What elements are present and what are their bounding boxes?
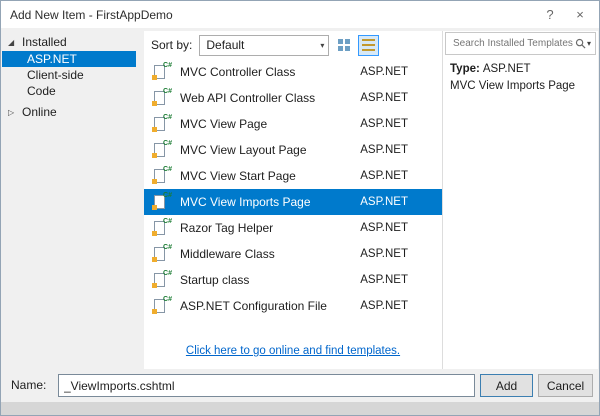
type-value: ASP.NET bbox=[482, 63, 531, 75]
dialog-bottom-edge bbox=[1, 402, 599, 415]
template-platform: ASP.NET bbox=[360, 118, 408, 130]
cancel-button[interactable]: Cancel bbox=[538, 374, 593, 397]
online-templates-link[interactable]: Click here to go online and find templat… bbox=[186, 345, 400, 357]
add-button[interactable]: Add bbox=[480, 374, 533, 397]
template-platform: ASP.NET bbox=[360, 248, 408, 260]
add-new-item-dialog: Add New Item - FirstAppDemo ? × ◢ Install… bbox=[0, 0, 600, 416]
template-row[interactable]: C# MVC View Imports Page ASP.NET bbox=[144, 189, 442, 215]
template-list: C# MVC Controller Class ASP.NET C# Web API C… bbox=[144, 59, 442, 337]
sort-by-label: Sort by: bbox=[151, 38, 193, 52]
sort-selected-value: Default bbox=[206, 38, 245, 52]
expanded-triangle-icon[interactable]: ◢ bbox=[8, 34, 22, 52]
template-platform: ASP.NET bbox=[360, 66, 408, 78]
close-button[interactable]: × bbox=[565, 4, 595, 25]
template-platform: ASP.NET bbox=[360, 92, 408, 104]
template-name: Web API Controller Class bbox=[180, 91, 316, 105]
template-name: Startup class bbox=[180, 273, 250, 287]
window-title: Add New Item - FirstAppDemo bbox=[10, 7, 173, 22]
template-name: MVC View Page bbox=[180, 117, 268, 131]
template-details: Type: ASP.NET MVC View Imports Page bbox=[443, 55, 598, 100]
csharp-class-file-icon: C# bbox=[152, 88, 172, 107]
template-platform: ASP.NET bbox=[360, 170, 408, 182]
template-platform: ASP.NET bbox=[360, 196, 408, 208]
csharp-class-file-icon: C# bbox=[152, 62, 172, 81]
search-icon[interactable]: ▾ bbox=[575, 38, 591, 49]
template-name: MVC View Imports Page bbox=[180, 195, 311, 209]
csharp-class-file-icon: C# bbox=[152, 244, 172, 263]
config-file-icon: C# bbox=[152, 296, 172, 315]
template-row[interactable]: C# ASP.NET Configuration File ASP.NET bbox=[144, 293, 442, 319]
details-panel: ▾ Type:ASP.NET MVC View Imports Page bbox=[442, 31, 598, 369]
titlebar[interactable]: Add New Item - FirstAppDemo ? × bbox=[1, 1, 599, 28]
category-sidebar: ◢ Installed ASP.NET Client-side Code ▷ Online bbox=[2, 31, 136, 369]
tree-section-online[interactable]: ▷ Online bbox=[2, 103, 136, 121]
template-row[interactable]: C# Web API Controller Class ASP.NET bbox=[144, 85, 442, 111]
sort-toolbar: Sort by: Default ▾ bbox=[144, 31, 442, 59]
dialog-footer: Name: Add Cancel bbox=[1, 369, 599, 415]
template-platform: ASP.NET bbox=[360, 300, 408, 312]
csharp-class-file-icon: C# bbox=[152, 270, 172, 289]
template-row[interactable]: C# Startup class ASP.NET bbox=[144, 267, 442, 293]
search-box: ▾ bbox=[445, 32, 596, 55]
template-name: MVC Controller Class bbox=[180, 65, 296, 79]
template-name: Razor Tag Helper bbox=[180, 221, 274, 235]
template-row[interactable]: C# MVC View Start Page ASP.NET bbox=[144, 163, 442, 189]
template-platform: ASP.NET bbox=[360, 144, 408, 156]
csharp-view-file-icon: C# bbox=[152, 114, 172, 133]
template-description: MVC View Imports Page bbox=[450, 80, 576, 92]
grid-view-icon bbox=[337, 39, 350, 51]
csharp-class-file-icon: C# bbox=[152, 218, 172, 237]
sort-select[interactable]: Default ▾ bbox=[199, 34, 330, 56]
name-input[interactable] bbox=[58, 374, 475, 397]
template-row[interactable]: C# MVC Controller Class ASP.NET bbox=[144, 59, 442, 85]
help-button[interactable]: ? bbox=[535, 4, 565, 25]
name-label: Name: bbox=[11, 378, 47, 392]
template-row[interactable]: C# MVC View Layout Page ASP.NET bbox=[144, 137, 442, 163]
csharp-view-file-icon: C# bbox=[152, 192, 172, 211]
template-platform: ASP.NET bbox=[360, 222, 408, 234]
template-name: ASP.NET Configuration File bbox=[180, 299, 327, 313]
csharp-view-file-icon: C# bbox=[152, 166, 172, 185]
template-platform: ASP.NET bbox=[360, 274, 408, 286]
list-view-button[interactable] bbox=[358, 34, 380, 56]
template-type-line: Type: ASP.NET bbox=[450, 63, 591, 75]
sidebar-item-code[interactable]: Code bbox=[2, 83, 136, 99]
list-view-icon bbox=[362, 39, 376, 51]
template-panel: Sort by: Default ▾ C# MVC Controller Clas… bbox=[144, 31, 442, 369]
template-row[interactable]: C# Middleware Class ASP.NET bbox=[144, 241, 442, 267]
sidebar-item-asp-net[interactable]: ASP.NET bbox=[2, 51, 136, 67]
sidebar-tree: ◢ Installed ASP.NET Client-side Code ▷ Online bbox=[2, 33, 136, 121]
dialog-body: ◢ Installed ASP.NET Client-side Code ▷ Online … bbox=[2, 28, 598, 369]
small-icons-view-button[interactable] bbox=[333, 35, 354, 56]
template-row[interactable]: C# MVC View Page ASP.NET bbox=[144, 111, 442, 137]
sidebar-item-client-side[interactable]: Client-side bbox=[2, 67, 136, 83]
template-name: Middleware Class bbox=[180, 247, 275, 261]
template-name: MVC View Start Page bbox=[180, 169, 296, 183]
tree-section-installed[interactable]: ◢ Installed bbox=[2, 33, 136, 51]
collapsed-triangle-icon[interactable]: ▷ bbox=[8, 104, 22, 122]
csharp-view-file-icon: C# bbox=[152, 140, 172, 159]
chevron-down-icon: ▾ bbox=[320, 40, 325, 50]
template-row[interactable]: C# Razor Tag Helper ASP.NET bbox=[144, 215, 442, 241]
template-name: MVC View Layout Page bbox=[180, 143, 307, 157]
search-input[interactable] bbox=[451, 37, 575, 50]
search-chevron-down-icon: ▾ bbox=[586, 39, 591, 48]
type-label: Type: bbox=[450, 63, 480, 75]
